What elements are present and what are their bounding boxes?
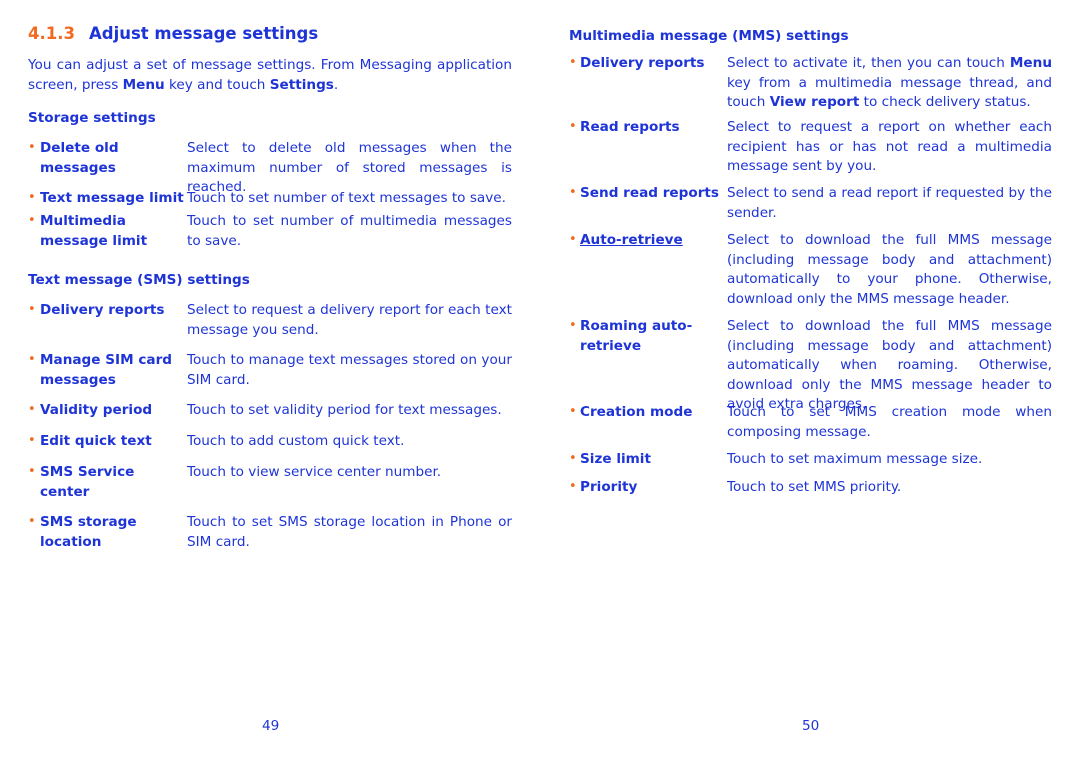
setting-description: Select to request a report on whether ea… — [727, 118, 1052, 177]
setting-description: Touch to set MMS creation mode when comp… — [727, 403, 1052, 442]
text: Select to download the full MMS message … — [727, 318, 1052, 412]
setting-description: Touch to set SMS storage location in Pho… — [187, 513, 512, 552]
text: Select to delete old messages when the m… — [187, 140, 512, 195]
setting-term: Priority — [580, 479, 638, 495]
setting-term: Validity period — [40, 402, 153, 418]
bold-term: Menu — [122, 76, 165, 93]
bullet-icon: • — [28, 302, 36, 317]
text: Touch to set number of text messages to … — [187, 190, 506, 206]
bullet-icon: • — [28, 140, 36, 155]
text: Select to request a report on whether ea… — [727, 119, 1052, 174]
setting-description: Touch to set number of multimedia messag… — [187, 212, 512, 251]
intro-paragraph: You can adjust a set of message settings… — [28, 56, 512, 95]
page-number-right: 50 — [802, 718, 820, 734]
bold-term: View report — [769, 94, 860, 110]
setting-term: Roaming auto-retrieve — [580, 318, 693, 354]
setting-term: Read reports — [580, 119, 680, 135]
bullet-icon: • — [569, 479, 577, 494]
text: Touch to set number of multimedia messag… — [187, 213, 512, 249]
bullet-icon: • — [28, 514, 36, 529]
setting-term: Auto-retrieve — [580, 232, 683, 248]
bullet-icon: • — [569, 119, 577, 134]
setting-term: Edit quick text — [40, 433, 152, 449]
setting-term: Delivery reports — [40, 302, 165, 318]
setting-term: Text message limit — [40, 190, 184, 206]
bullet-icon: • — [569, 318, 577, 333]
setting-term: Send read reports — [580, 185, 719, 201]
text: Touch to set MMS priority. — [727, 479, 902, 495]
setting-description: Touch to add custom quick text. — [187, 432, 512, 452]
setting-term: SMS Service center — [40, 464, 135, 500]
setting-term: Multimedia message limit — [40, 213, 148, 249]
setting-term: Manage SIM card messages — [40, 352, 173, 388]
text: key and touch — [164, 76, 270, 93]
mms-settings-header: Multimedia message (MMS) settings — [569, 28, 849, 44]
setting-description: Touch to view service center number. — [187, 463, 512, 483]
bullet-icon: • — [569, 185, 577, 200]
text: Touch to view service center number. — [187, 464, 442, 480]
setting-description: Touch to manage text messages stored on … — [187, 351, 512, 390]
setting-term: SMS storage location — [40, 514, 137, 550]
setting-description: Touch to set MMS priority. — [727, 478, 1052, 498]
text: Touch to manage text messages stored on … — [187, 352, 512, 388]
bullet-icon: • — [28, 190, 36, 205]
setting-description: Touch to set validity period for text me… — [187, 401, 512, 421]
text: Select to activate it, then you can touc… — [727, 55, 1010, 71]
storage-settings-header: Storage settings — [28, 110, 156, 126]
setting-description: Select to send a read report if requeste… — [727, 184, 1052, 223]
setting-description: Touch to set maximum message size. — [727, 450, 1052, 470]
bold-term: Settings — [269, 76, 334, 93]
text: Touch to set SMS storage location in Pho… — [187, 514, 512, 550]
setting-description: Select to download the full MMS message … — [727, 231, 1052, 309]
setting-term: Creation mode — [580, 404, 693, 420]
section-number: 4.1.3 — [28, 24, 75, 43]
bullet-icon: • — [28, 352, 36, 367]
text: . — [333, 76, 339, 93]
text: Touch to set maximum message size. — [727, 451, 983, 467]
text: Select to send a read report if requeste… — [727, 185, 1052, 221]
setting-description: Select to activate it, then you can touc… — [727, 54, 1052, 113]
text: Select to request a delivery report for … — [187, 302, 512, 338]
bullet-icon: • — [28, 433, 36, 448]
text: Select to download the full MMS message … — [727, 232, 1052, 307]
text: Touch to add custom quick text. — [187, 433, 405, 449]
page-number-left: 49 — [262, 718, 280, 734]
setting-description: Select to request a delivery report for … — [187, 301, 512, 340]
text: Touch to set validity period for text me… — [187, 402, 502, 418]
setting-term: Delivery reports — [580, 55, 705, 71]
setting-term: Delete old messages — [40, 140, 119, 176]
bullet-icon: • — [28, 464, 36, 479]
bullet-icon: • — [569, 451, 577, 466]
section-title: 4.1.3 Adjust message settings — [28, 24, 318, 43]
bullet-icon: • — [28, 402, 36, 417]
bullet-icon: • — [569, 404, 577, 419]
setting-term: Size limit — [580, 451, 651, 467]
text: Touch to set MMS creation mode when comp… — [727, 404, 1052, 440]
sms-settings-header: Text message (SMS) settings — [28, 272, 250, 288]
bold-term: Menu — [1009, 55, 1052, 71]
section-title-text: Adjust message settings — [88, 24, 319, 43]
text: to check delivery status. — [859, 94, 1031, 110]
bullet-icon: • — [28, 213, 36, 228]
setting-description: Select to download the full MMS message … — [727, 317, 1052, 415]
bullet-icon: • — [569, 232, 577, 247]
setting-description: Touch to set number of text messages to … — [187, 189, 512, 209]
bullet-icon: • — [569, 55, 577, 70]
